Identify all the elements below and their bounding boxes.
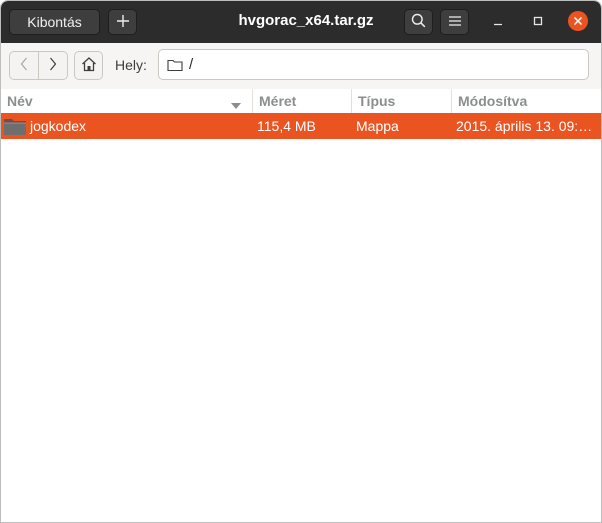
file-size: 115,4 MB xyxy=(257,118,316,134)
column-header-name[interactable]: Név xyxy=(1,89,252,113)
forward-button[interactable] xyxy=(38,52,67,79)
plus-icon xyxy=(116,14,130,31)
menu-button[interactable] xyxy=(440,9,469,35)
search-icon xyxy=(411,13,426,31)
maximize-button[interactable] xyxy=(528,11,548,31)
chevron-right-icon xyxy=(49,57,57,74)
navigation-buttons xyxy=(9,51,68,80)
file-modified: 2015. április 13. 09:… xyxy=(456,118,593,134)
header-bar: Kibontás hvgorac_x64.tar.gz xyxy=(1,1,601,43)
column-header-modified[interactable]: Módosítva xyxy=(451,89,601,113)
chevron-left-icon xyxy=(20,57,28,74)
file-row[interactable]: jogkodex 115,4 MB Mappa 2015. április 13… xyxy=(1,113,601,139)
minimize-icon xyxy=(493,13,503,29)
location-label: Hely: xyxy=(115,57,147,73)
file-type: Mappa xyxy=(356,118,399,134)
maximize-icon xyxy=(533,13,543,29)
minimize-button[interactable] xyxy=(488,11,508,31)
add-files-button[interactable] xyxy=(108,9,137,35)
home-button[interactable] xyxy=(74,51,103,80)
file-name-cell: jogkodex xyxy=(3,113,248,139)
archive-manager-window: Kibontás hvgorac_x64.tar.gz Hely: / Név … xyxy=(0,0,602,523)
close-icon xyxy=(573,13,583,29)
location-bar: Hely: / xyxy=(1,43,601,90)
extract-button[interactable]: Kibontás xyxy=(9,9,100,35)
back-button[interactable] xyxy=(10,52,38,79)
location-field[interactable]: / xyxy=(158,49,589,80)
close-button[interactable] xyxy=(568,11,588,31)
file-name: jogkodex xyxy=(30,118,87,134)
column-header-type[interactable]: Típus xyxy=(351,89,451,113)
folder-icon xyxy=(167,58,183,72)
window-title: hvgorac_x64.tar.gz xyxy=(238,12,374,29)
search-button[interactable] xyxy=(404,9,433,35)
location-path: / xyxy=(189,56,194,73)
folder-icon xyxy=(3,115,28,137)
sort-descending-icon xyxy=(231,97,241,113)
column-header-size[interactable]: Méret xyxy=(252,89,351,113)
home-icon xyxy=(81,56,97,75)
hamburger-menu-icon xyxy=(448,14,461,30)
column-headers: Név Méret Típus Módosítva xyxy=(1,89,601,114)
